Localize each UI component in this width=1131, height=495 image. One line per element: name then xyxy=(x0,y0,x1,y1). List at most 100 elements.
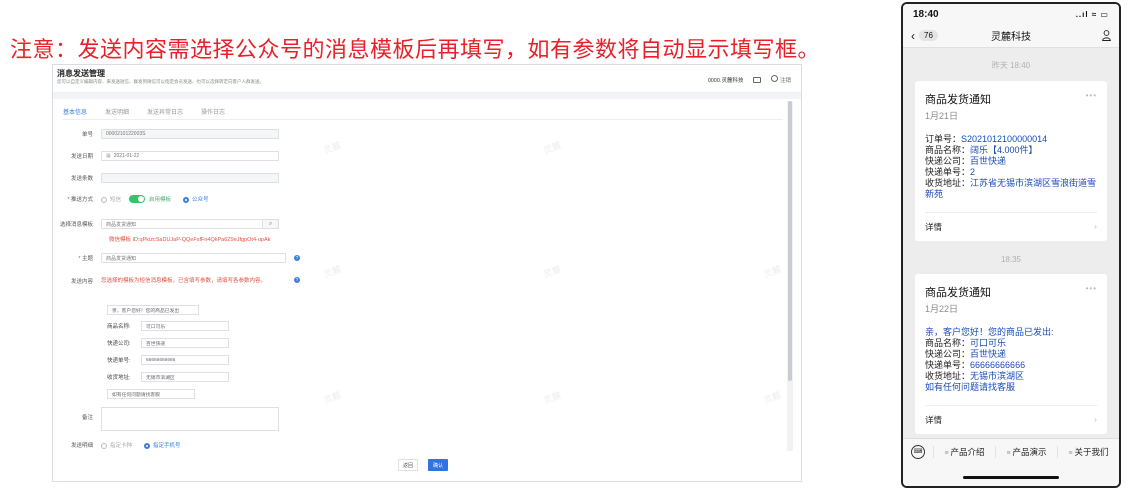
date-field[interactable]: ▦ 2021-01-22 xyxy=(101,151,279,161)
card-title: 商品发货通知 xyxy=(925,287,991,299)
param-first-field[interactable]: 亲，客户您好！您的商品已发出 xyxy=(107,305,199,315)
toggle-label: 启用模板 xyxy=(149,197,172,203)
help-icon[interactable]: ? xyxy=(294,277,300,283)
user-icon[interactable] xyxy=(1102,30,1111,41)
home-indicator[interactable] xyxy=(963,476,1059,479)
card-line: 快递单号：66666666666 xyxy=(925,360,1026,370)
watermark: 灵麓 xyxy=(542,264,563,280)
param-input[interactable]: 可口可乐 xyxy=(141,321,229,331)
admin-header: 消息发送管理 您可以自定义编辑内容、来发送短信、群发到微信可以指定会员发送、也可… xyxy=(53,65,801,93)
target-card-radio[interactable]: 指定卡种 xyxy=(101,441,132,449)
order-field: 0000210122003S xyxy=(101,129,279,139)
more-icon[interactable]: ••• xyxy=(1086,284,1097,293)
subject-row: * 主题 商品发货通知 ? xyxy=(53,253,300,263)
card-title: 商品发货通知 xyxy=(925,94,991,106)
message-card[interactable]: 商品发货通知 1月22日 ••• 亲，客户您好！您的商品已发出: 商品名称：可口… xyxy=(915,274,1107,434)
radio-icon xyxy=(101,442,107,449)
param-label: 商品名称: xyxy=(107,324,131,330)
param-input[interactable]: 无锡市滨湖区 xyxy=(141,372,229,382)
template-select[interactable]: 商品发货通知 xyxy=(101,219,263,229)
param-row: 收货地址: 无锡市滨湖区 xyxy=(107,372,229,382)
company-name: 0000.灵麓科技 xyxy=(707,77,744,84)
template-id-row: 微信模板 ID:qPkizcSaDUJaP-QQeFsfFn4QkPa6Z9eJ… xyxy=(109,235,270,243)
unread-badge: 76 xyxy=(919,30,938,41)
param-row: 快递单号: 66666666666 xyxy=(107,355,229,365)
card-detail-link[interactable]: 详情 › xyxy=(925,405,1097,434)
home-area xyxy=(903,464,1119,486)
back-chevron-icon[interactable]: ‹ xyxy=(911,29,915,43)
method-wechat-radio[interactable]: 公众号 xyxy=(183,195,209,203)
target-row: 发送明细 指定卡种 指定手机号 xyxy=(53,441,181,449)
watermark: 灵麓 xyxy=(322,390,343,406)
card-line: 如有任何问题请找客服 xyxy=(925,382,1016,392)
confirm-button[interactable]: 确认 xyxy=(428,459,448,471)
card-detail-link[interactable]: 详情 › xyxy=(925,212,1097,241)
date-value: 2021-01-22 xyxy=(113,153,140,159)
param-label: 收货地址: xyxy=(107,375,131,381)
method-label: * 推送方式 xyxy=(67,197,93,203)
menu-item-about-us[interactable]: 关于我们 xyxy=(1057,445,1119,458)
method-row: * 推送方式 短信 启用模板 公众号 xyxy=(53,195,209,203)
mail-icon[interactable] xyxy=(753,76,762,83)
param-label: 快递单号: xyxy=(107,358,131,364)
content-hint: 您选择的模板为短信消息模板，已含填写参数，请填写各参数内容。 xyxy=(101,278,267,284)
param-remark-field[interactable]: 如有任何问题请找客服 xyxy=(107,389,195,399)
menu-item-product-intro[interactable]: 产品介绍 xyxy=(933,445,995,458)
watermark: 灵麓 xyxy=(762,264,783,280)
more-icon[interactable]: ••• xyxy=(1086,91,1097,100)
watermark: 灵麓 xyxy=(542,390,563,406)
scrollbar[interactable] xyxy=(788,101,792,381)
template-label: 选择消息模板 xyxy=(59,222,93,228)
signal-wifi-battery-icon: ..ıl ≈ ▭ xyxy=(1075,9,1109,19)
template-row: 选择消息模板 商品发货通知 ⌕ xyxy=(53,219,279,229)
param-label: 快递公司: xyxy=(107,341,131,347)
card-line: 快递单号：2 xyxy=(925,167,976,177)
count-field xyxy=(101,173,279,183)
bottom-menu: ⌨ 产品介绍 产品演示 关于我们 xyxy=(903,438,1119,464)
menu-item-product-demo[interactable]: 产品演示 xyxy=(995,445,1057,458)
method-wechat-label: 公众号 xyxy=(192,197,209,203)
chevron-right-icon: › xyxy=(1094,414,1097,424)
subject-field[interactable]: 商品发货通知 xyxy=(101,253,286,263)
method-sms-radio[interactable]: 短信 xyxy=(101,195,121,203)
notice-headline: 注意：发送内容需选择公众号的消息模板后再填写，如有参数将自动显示填写框。 xyxy=(10,38,821,63)
target-phone-label: 指定手机号 xyxy=(153,443,181,449)
card-line: 商品名称：阔乐【4.000件】 xyxy=(925,145,1038,155)
back-button[interactable]: 返回 xyxy=(398,459,418,471)
note-textarea[interactable] xyxy=(101,407,279,431)
param-input[interactable]: 百世快递 xyxy=(141,338,229,348)
keyboard-icon[interactable]: ⌨ xyxy=(911,444,925,459)
watermark: 灵麓 xyxy=(762,390,783,406)
note-label: 备注 xyxy=(81,415,93,421)
message-card[interactable]: 商品发货通知 1月21日 ••• 订单号：S2021012100000014 商… xyxy=(915,81,1107,241)
power-icon xyxy=(771,75,779,82)
page-subtitle: 您可以自定义编辑内容、来发送短信、群发到微信可以指定会员发送、也可以选择转定向客… xyxy=(57,79,264,84)
page-title: 消息发送管理 xyxy=(57,69,105,78)
card-line: 收货地址：无锡市滨湖区 xyxy=(925,371,1025,381)
search-button[interactable]: ⌕ xyxy=(263,219,279,229)
date-label: 发送日期 xyxy=(70,154,93,160)
count-row: 发送条数 xyxy=(53,173,279,183)
subject-label: * 主题 xyxy=(78,256,93,262)
param-input[interactable]: 66666666666 xyxy=(141,355,229,365)
note-row: 备注 xyxy=(53,407,279,431)
chat-nav: ‹ 76 灵麓科技 xyxy=(903,24,1119,48)
target-phone-radio[interactable]: 指定手机号 xyxy=(144,441,181,449)
watermark: 灵麓 xyxy=(322,140,343,156)
chevron-right-icon: › xyxy=(1094,221,1097,231)
card-line: 商品名称：可口可乐 xyxy=(925,338,1007,348)
count-label: 发送条数 xyxy=(70,176,93,182)
card-line: 快递公司：百世快递 xyxy=(925,156,1007,166)
param-row: 商品名称: 可口可乐 xyxy=(107,321,229,331)
logout-link[interactable]: 注销 xyxy=(771,75,791,84)
method-sms-label: 短信 xyxy=(110,197,122,203)
template-toggle[interactable] xyxy=(129,195,146,203)
status-time: 18:40 xyxy=(913,8,939,20)
tabs-divider xyxy=(63,119,783,120)
admin-panel: 消息发送管理 您可以自定义编辑内容、来发送短信、群发到微信可以指定会员发送、也可… xyxy=(52,64,802,482)
phone-preview: 18:40 ..ıl ≈ ▭ ‹ 76 灵麓科技 昨天 18:40 商品发货通知… xyxy=(901,2,1121,488)
watermark: 灵麓 xyxy=(322,264,343,280)
help-icon[interactable]: ? xyxy=(294,255,300,261)
logout-label: 注销 xyxy=(779,78,791,84)
order-label: 单号 xyxy=(81,132,93,138)
